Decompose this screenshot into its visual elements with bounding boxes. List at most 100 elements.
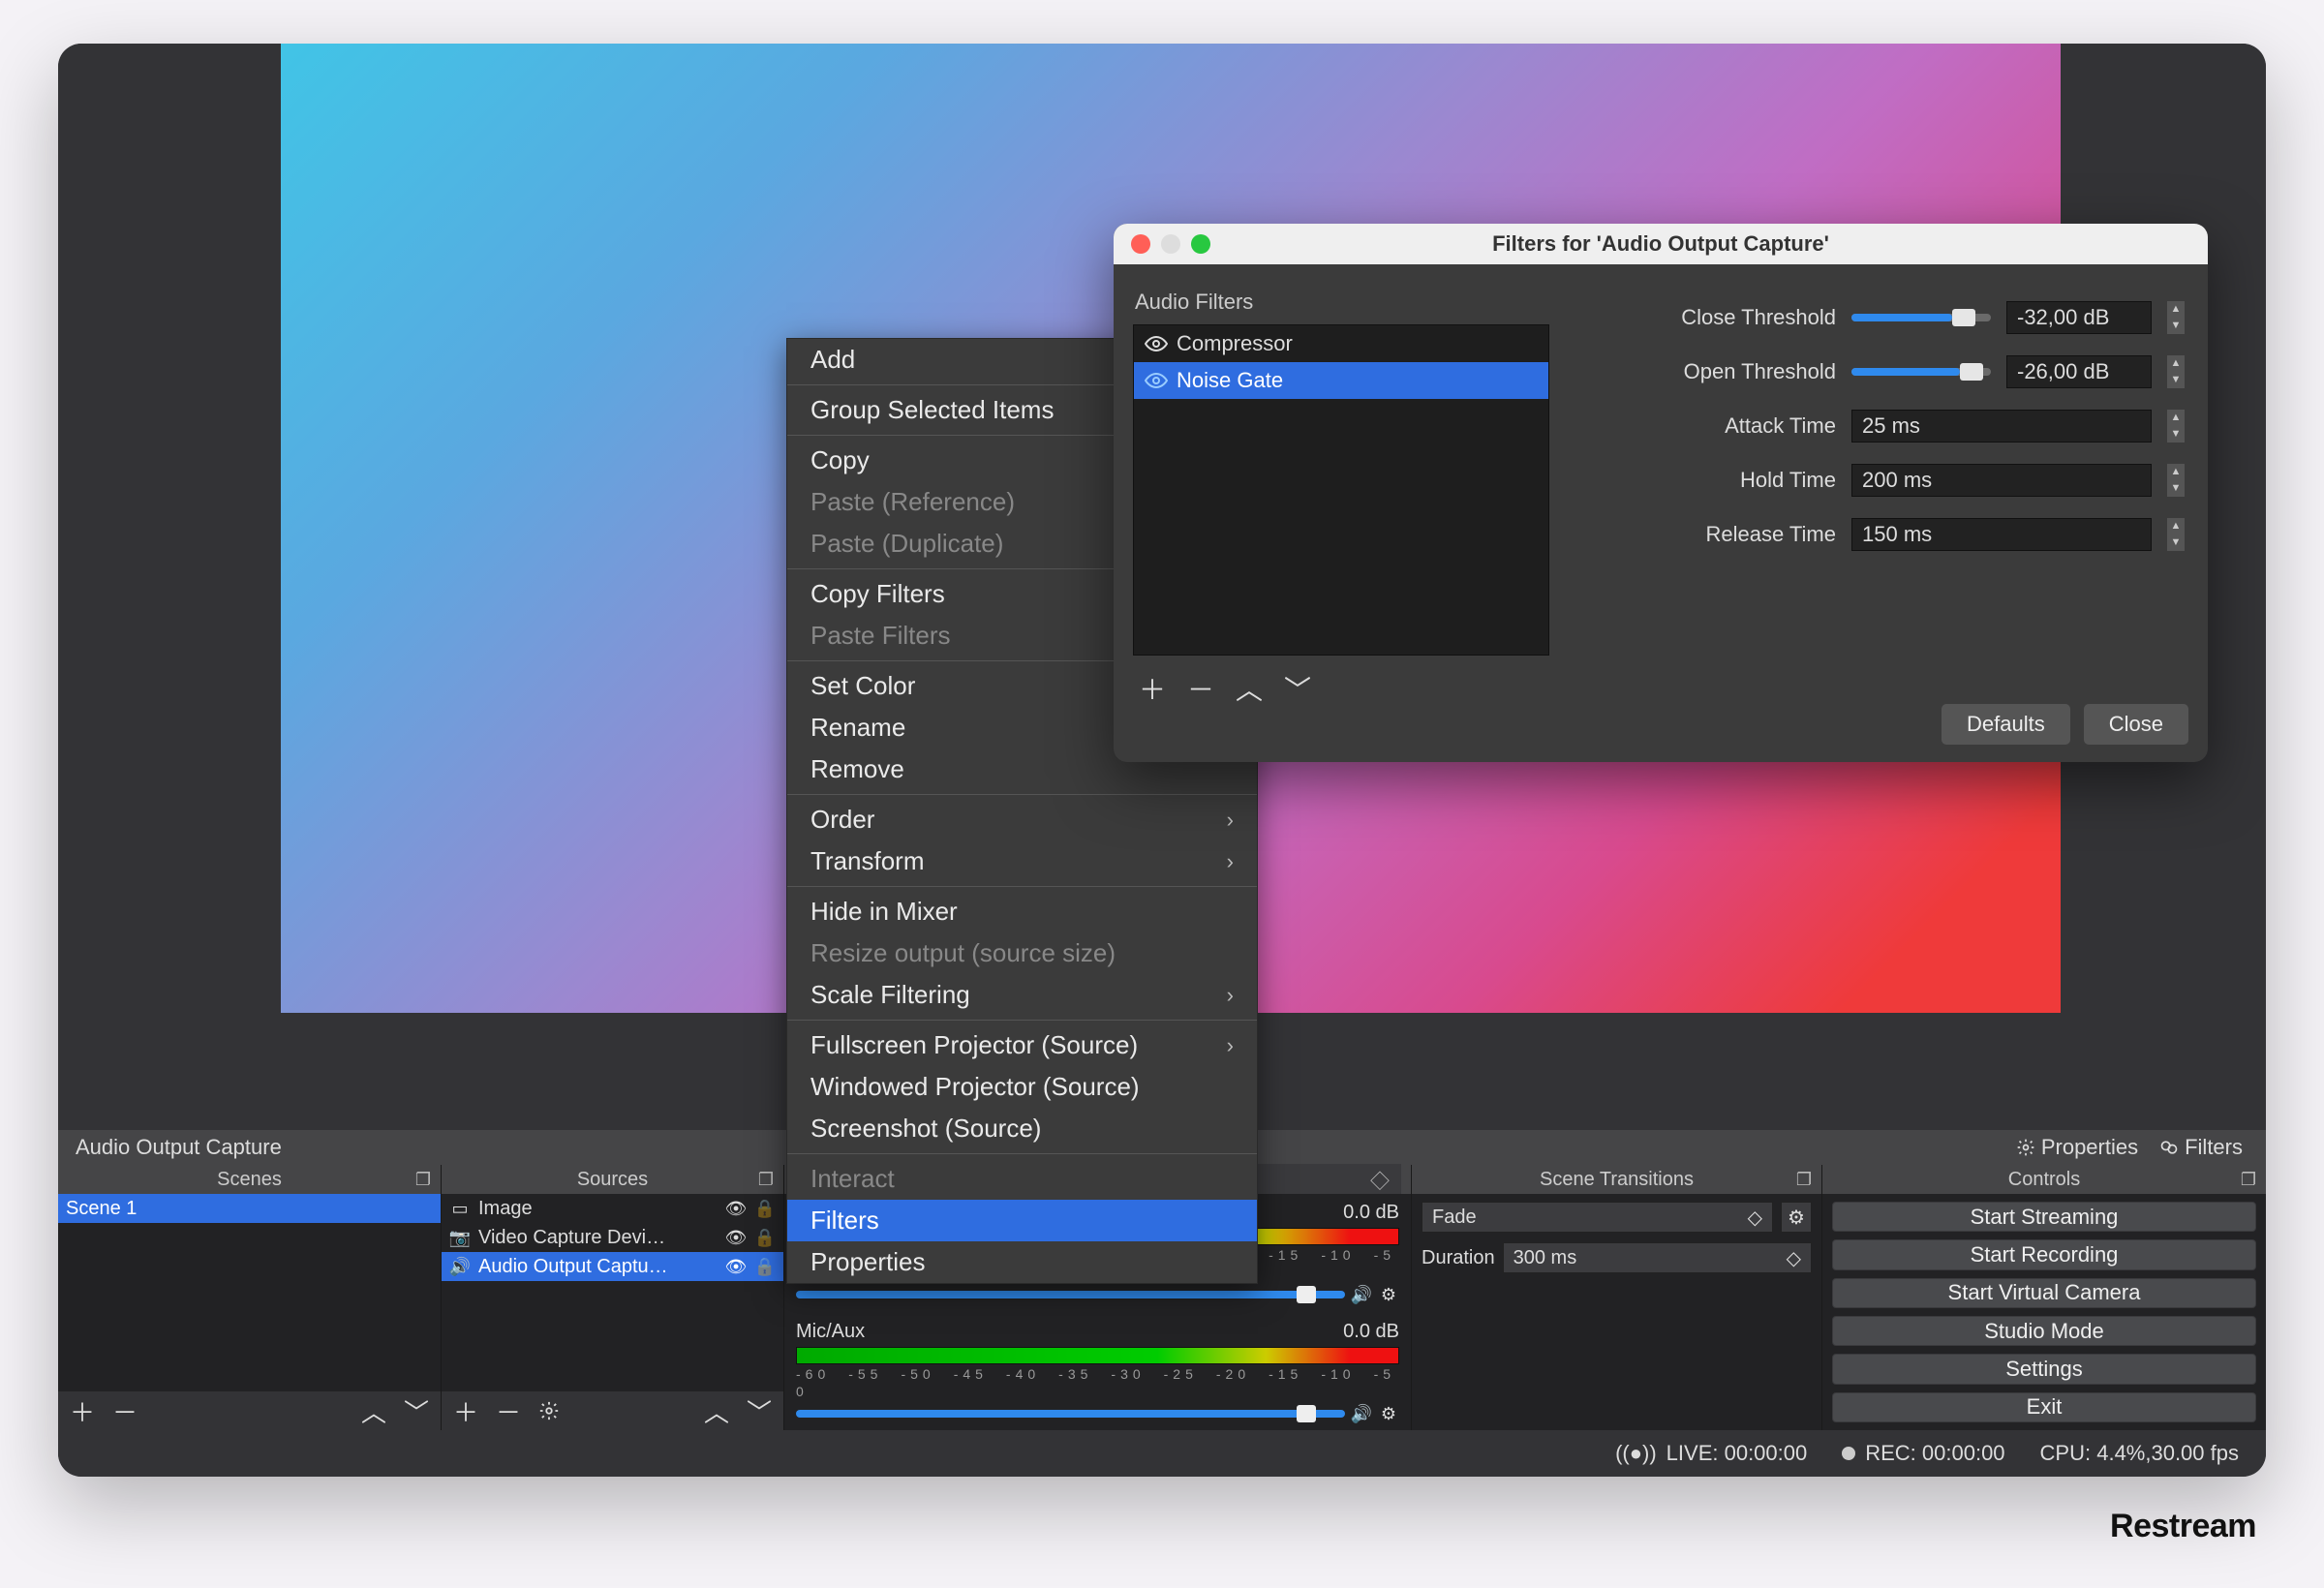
volume-slider[interactable] [796,1291,1345,1298]
add-scene-button[interactable]: ＋ [70,1393,95,1429]
selected-source-label: Audio Output Capture [58,1135,282,1160]
ctx-scale-filtering[interactable]: Scale Filtering› [787,974,1257,1016]
exit-button[interactable]: Exit [1832,1392,2256,1422]
audio-filters-label: Audio Filters [1135,290,1549,315]
scene-item[interactable]: Scene 1 [58,1194,441,1223]
controls-title: Controls [2008,1169,2080,1191]
attack-time-stepper[interactable]: ▲▼ [2167,410,2185,443]
scene-transitions-dock: Scene Transitions ❐ Fade◇ ⚙ Duration 300 … [1411,1165,1821,1430]
gear-icon [2016,1138,2035,1157]
lock-icon[interactable]: 🔒 [754,1227,776,1248]
ctx-transform[interactable]: Transform› [787,840,1257,882]
open-threshold-value[interactable]: -26,00 dB [2006,355,2152,388]
source-item-video-capture[interactable]: 📷 Video Capture Devi… 👁🔒 [442,1223,783,1252]
properties-button[interactable]: Properties [2016,1135,2138,1160]
ctx-fullscreen-projector[interactable]: Fullscreen Projector (Source)› [787,1024,1257,1066]
duration-label: Duration [1422,1247,1495,1269]
start-virtual-camera-button[interactable]: Start Virtual Camera [1832,1278,2256,1308]
popout-icon[interactable]: ❐ [1796,1170,1812,1190]
popout-icon[interactable]: ❐ [758,1170,774,1190]
filter-item-noise-gate[interactable]: Noise Gate [1134,362,1548,399]
hold-time-value[interactable]: 200 ms [1851,464,2152,497]
ctx-screenshot[interactable]: Screenshot (Source) [787,1108,1257,1149]
audio-meter [796,1347,1399,1364]
transitions-title: Scene Transitions [1540,1169,1694,1191]
studio-mode-button[interactable]: Studio Mode [1832,1316,2256,1346]
gear-icon [538,1400,560,1421]
eye-icon[interactable] [1144,368,1169,393]
transition-select[interactable]: Fade◇ [1422,1202,1773,1233]
move-source-down-button[interactable]: ﹀ [747,1393,772,1429]
eye-icon[interactable]: 👁 [725,1198,747,1219]
lock-icon[interactable]: 🔒 [754,1256,776,1277]
filters-titlebar[interactable]: Filters for 'Audio Output Capture' [1114,224,2208,264]
status-rec: REC: 00:00:00 [1842,1441,2004,1466]
transition-settings-button[interactable]: ⚙ [1781,1202,1812,1233]
volume-slider[interactable] [796,1410,1345,1418]
filter-item-compressor[interactable]: Compressor [1134,325,1548,362]
scenes-dock: Scenes❐ Scene 1 ＋ － ︿ ﹀ [58,1165,441,1430]
attack-time-value[interactable]: 25 ms [1851,410,2152,443]
speaker-icon[interactable]: 🔊 [1351,1403,1372,1424]
close-threshold-stepper[interactable]: ▲▼ [2167,301,2185,334]
close-button[interactable]: Close [2084,704,2188,745]
camera-icon: 📷 [449,1227,471,1248]
gear-icon[interactable]: ⚙ [1378,1284,1399,1305]
move-scene-up-button[interactable]: ︿ [361,1393,386,1429]
popout-icon[interactable]: ❐ [415,1170,431,1190]
close-threshold-value[interactable]: -32,00 dB [2006,301,2152,334]
move-scene-down-button[interactable]: ﹀ [404,1393,429,1429]
param-attack-time: Attack Time 25 ms ▲▼ [1594,410,2185,443]
remove-source-button[interactable]: － [496,1393,521,1429]
filters-dialog: Filters for 'Audio Output Capture' Audio… [1114,224,2208,762]
source-item-audio-output[interactable]: 🔊 Audio Output Captu… 👁🔒 [442,1252,783,1281]
sources-title: Sources [577,1169,648,1191]
speaker-icon[interactable]: 🔊 [1351,1284,1372,1305]
source-item-image[interactable]: ▭ Image 👁🔒 [442,1194,783,1223]
add-filter-button[interactable]: ＋ [1139,669,1166,708]
popout-icon[interactable]: ❐ [2241,1170,2256,1190]
lock-icon[interactable]: 🔒 [754,1198,776,1219]
status-bar: ((●))LIVE: 00:00:00 REC: 00:00:00 CPU: 4… [58,1430,2266,1477]
filters-button[interactable]: Filters [2159,1135,2243,1160]
broadcast-icon: ((●)) [1615,1441,1657,1466]
status-cpu: CPU: 4.4%,30.00 fps [2040,1441,2239,1466]
ctx-order[interactable]: Order› [787,799,1257,840]
settings-button[interactable]: Settings [1832,1354,2256,1384]
start-recording-button[interactable]: Start Recording [1832,1239,2256,1269]
move-filter-down-button[interactable]: ﹀ [1284,669,1311,708]
sources-dock: Sources❐ ▭ Image 👁🔒 📷 Video Capture Devi… [441,1165,783,1430]
source-settings-button[interactable] [538,1400,560,1421]
ctx-hide-in-mixer[interactable]: Hide in Mixer [787,891,1257,932]
obs-main-window: Add Group Selected Items Copy Paste (Ref… [58,44,2266,1477]
release-time-stepper[interactable]: ▲▼ [2167,518,2185,551]
gear-icon[interactable]: ⚙ [1378,1403,1399,1424]
open-threshold-slider[interactable] [1851,368,1991,376]
hold-time-stepper[interactable]: ▲▼ [2167,464,2185,497]
param-close-threshold: Close Threshold -32,00 dB ▲▼ [1594,301,2185,334]
ctx-properties[interactable]: Properties [787,1241,1257,1283]
move-filter-up-button[interactable]: ︿ [1236,669,1263,708]
eye-icon[interactable]: 👁 [725,1256,747,1277]
defaults-button[interactable]: Defaults [1942,704,2070,745]
filters-dialog-title: Filters for 'Audio Output Capture' [1114,231,2208,257]
close-threshold-slider[interactable] [1851,314,1991,321]
filter-list[interactable]: Compressor Noise Gate [1133,324,1549,656]
duration-input[interactable]: 300 ms◇ [1503,1242,1812,1273]
move-source-up-button[interactable]: ︿ [704,1393,729,1429]
start-streaming-button[interactable]: Start Streaming [1832,1202,2256,1232]
remove-filter-button[interactable]: － [1187,669,1214,708]
add-source-button[interactable]: ＋ [453,1393,478,1429]
status-live: ((●))LIVE: 00:00:00 [1615,1441,1807,1466]
ctx-filters[interactable]: Filters [787,1200,1257,1241]
eye-icon[interactable] [1144,331,1169,356]
ctx-resize-output: Resize output (source size) [787,932,1257,974]
open-threshold-stepper[interactable]: ▲▼ [2167,355,2185,388]
release-time-value[interactable]: 150 ms [1851,518,2152,551]
eye-icon[interactable]: 👁 [725,1227,747,1248]
filters-icon [2159,1138,2179,1157]
controls-dock: Controls ❐ Start Streaming Start Recordin… [1821,1165,2266,1430]
image-icon: ▭ [449,1198,471,1219]
remove-scene-button[interactable]: － [112,1393,138,1429]
ctx-windowed-projector[interactable]: Windowed Projector (Source) [787,1066,1257,1108]
